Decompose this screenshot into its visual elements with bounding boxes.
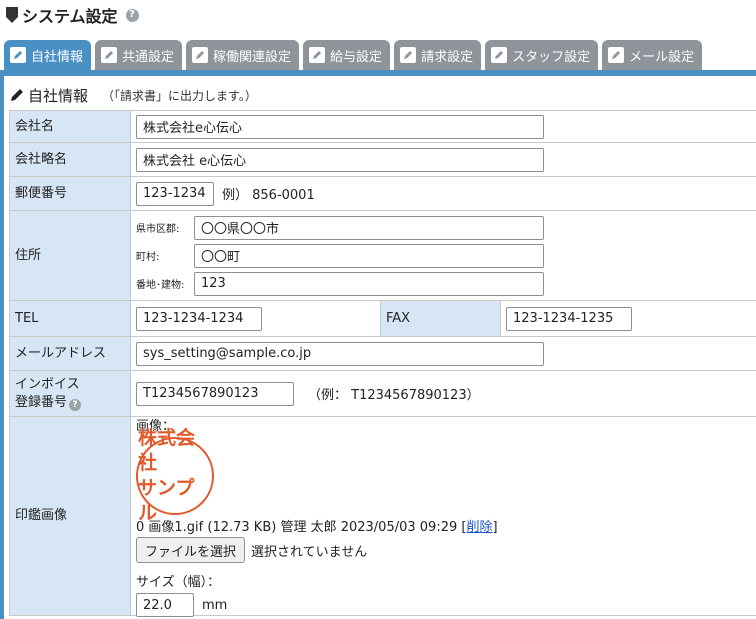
seal-image: 株式会社 サンプル — [136, 427, 214, 524]
edit-icon — [491, 47, 508, 63]
row-address: 住所 県市区郡: 〇〇県〇〇市 町村: 〇〇町 番地･建物: 123 — [9, 211, 756, 301]
tab-operation-settings[interactable]: 稼働関連設定 — [186, 40, 300, 70]
invoice-example: （例： T1234567890123） — [308, 388, 480, 403]
tab-label: メール設定 — [629, 49, 695, 65]
pref-input[interactable]: 〇〇県〇〇市 — [194, 215, 544, 240]
edit-icon — [192, 47, 209, 63]
row-invoice: インボイス 登録番号? T1234567890123 （例： T12345678… — [9, 371, 756, 417]
tab-label: 自社情報 — [31, 49, 84, 65]
size-input[interactable]: 22.0 — [136, 593, 194, 617]
tab-label: 共通設定 — [122, 49, 175, 65]
section-heading: 自社情報 （「請求書」に出力します。） — [10, 84, 257, 106]
address-label: 住所 — [9, 211, 131, 300]
street-label: 番地･建物: — [136, 280, 185, 291]
fax-input[interactable]: 123-1234-1235 — [506, 306, 632, 331]
tel-label: TEL — [9, 301, 131, 336]
company-short-label: 会社略名 — [9, 143, 131, 176]
email-label: メールアドレス — [9, 337, 131, 370]
file-info: 0 画像1.gif (12.73 KB) 管理 太郎 2023/05/03 09… — [136, 520, 458, 535]
tab-label: スタッフ設定 — [512, 49, 591, 65]
edit-icon — [400, 47, 417, 63]
postal-input[interactable]: 123-1234 — [136, 181, 214, 206]
row-seal: 印鑑画像 画像： 株式会社 サンプル 0 画像1.gif (12.73 KB) … — [9, 417, 756, 617]
town-label: 町村: — [136, 252, 160, 263]
invoice-input[interactable]: T1234567890123 — [136, 381, 294, 406]
tab-label: 稼働関連設定 — [213, 49, 292, 65]
edit-icon — [10, 47, 26, 63]
edit-icon — [608, 47, 625, 63]
town-input[interactable]: 〇〇町 — [194, 243, 544, 268]
no-file-text: 選択されていません — [251, 544, 368, 560]
invoice-label-line2: 登録番号 — [15, 394, 68, 410]
tab-label: 給与設定 — [330, 49, 383, 65]
tab-billing-settings[interactable]: 請求設定 — [394, 40, 482, 70]
email-input[interactable]: sys_setting@sample.co.jp — [136, 341, 544, 366]
fax-label: FAX — [380, 301, 501, 336]
company-name-label: 会社名 — [9, 111, 131, 142]
tab-common-settings[interactable]: 共通設定 — [95, 40, 183, 70]
tab-bar: 自社情報 共通設定 稼働関連設定 給与設定 請求設定 スタッフ設定 メール設定 — [0, 40, 756, 70]
tab-company-info[interactable]: 自社情報 — [4, 40, 92, 70]
postal-example: 例） 856-0001 — [222, 188, 315, 203]
size-row: 22.0 mm — [136, 593, 227, 617]
company-short-input[interactable]: 株式会社 e心伝心 — [136, 147, 544, 172]
tab-staff-settings[interactable]: スタッフ設定 — [485, 40, 599, 70]
size-unit: mm — [202, 597, 228, 613]
page-header: システム設定 ? — [6, 2, 139, 28]
section-note: （「請求書」に出力します。） — [102, 88, 257, 103]
company-name-input[interactable]: 株式会社e心伝心 — [136, 114, 544, 139]
help-icon[interactable]: ? — [125, 8, 139, 22]
row-email: メールアドレス sys_setting@sample.co.jp — [9, 337, 756, 371]
tel-input[interactable]: 123-1234-1234 — [136, 306, 262, 331]
size-label: サイズ（幅）： — [136, 575, 221, 590]
invoice-label-line1: インボイス — [15, 376, 80, 392]
tab-salary-settings[interactable]: 給与設定 — [303, 40, 391, 70]
invoice-label-line2-wrap: 登録番号? — [15, 394, 82, 412]
tab-mail-settings[interactable]: メール設定 — [602, 40, 703, 70]
invoice-label: インボイス 登録番号? — [9, 371, 131, 416]
invoice-help-icon[interactable]: ? — [69, 399, 82, 411]
file-info-line: 0 画像1.gif (12.73 KB) 管理 太郎 2023/05/03 09… — [136, 520, 498, 535]
file-chooser: ファイルを選択 選択されていません — [136, 537, 367, 563]
pref-label: 県市区郡: — [136, 224, 180, 235]
page-title: システム設定 — [22, 7, 118, 26]
shield-icon — [6, 7, 18, 23]
edit-icon — [101, 47, 118, 63]
delete-link[interactable]: 削除 — [466, 520, 492, 535]
row-company-short: 会社略名 株式会社 e心伝心 — [9, 143, 756, 177]
edit-icon — [309, 47, 326, 63]
choose-file-button[interactable]: ファイルを選択 — [136, 537, 246, 563]
row-tel-fax: TEL 123-1234-1234 FAX 123-1234-1235 — [9, 301, 756, 337]
tab-label: 請求設定 — [421, 49, 474, 65]
seal-text-line1: 株式会社 — [138, 427, 196, 474]
seal-label: 印鑑画像 — [9, 417, 131, 615]
pencil-icon — [11, 89, 23, 101]
company-form: 会社名 株式会社e心伝心 会社略名 株式会社 e心伝心 郵便番号 123-123… — [9, 110, 756, 617]
row-postal: 郵便番号 123-1234 例） 856-0001 — [9, 177, 756, 211]
row-company-name: 会社名 株式会社e心伝心 — [9, 111, 756, 143]
street-input[interactable]: 123 — [194, 271, 544, 296]
postal-label: 郵便番号 — [9, 177, 131, 210]
section-title: 自社情報 — [28, 86, 89, 105]
